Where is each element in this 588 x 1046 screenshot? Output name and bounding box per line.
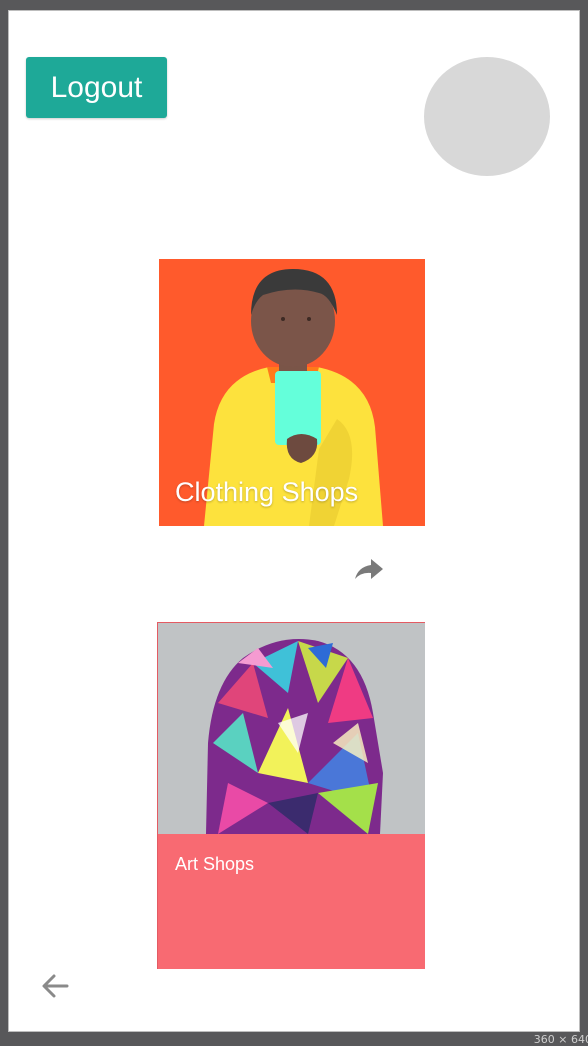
- logout-button[interactable]: Logout: [26, 57, 167, 118]
- art-shops-image: [158, 623, 425, 834]
- avatar[interactable]: [424, 57, 550, 176]
- app-screen: Logout Clothing Shops Art Shops: [8, 10, 580, 1032]
- arrow-back-icon[interactable]: [41, 973, 69, 999]
- card-title: Clothing Shops: [175, 477, 359, 507]
- card-title: Art Shops: [175, 854, 255, 874]
- share-icon[interactable]: [353, 557, 385, 581]
- art-shops-card[interactable]: Art Shops: [157, 622, 425, 969]
- clothing-shops-card[interactable]: Clothing Shops: [159, 259, 425, 526]
